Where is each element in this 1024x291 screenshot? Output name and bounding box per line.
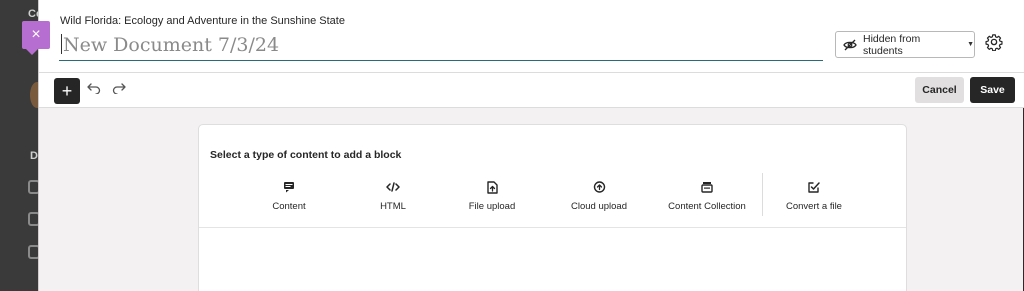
content-type-content[interactable]: Content bbox=[234, 173, 344, 215]
undo-button[interactable] bbox=[86, 82, 102, 98]
editor-toolbar: + Cancel Save bbox=[39, 73, 1024, 108]
eye-slash-icon bbox=[843, 39, 857, 51]
visibility-dropdown[interactable]: Hidden from students ▼ bbox=[835, 31, 975, 58]
visibility-label: Hidden from students bbox=[863, 32, 921, 57]
document-editor-panel: Wild Florida: Ecology and Adventure in t… bbox=[38, 0, 1024, 291]
document-title-input[interactable]: New Document 7/3/24 bbox=[59, 31, 823, 61]
content-type-label: Content bbox=[272, 201, 306, 212]
content-type-convert-file[interactable]: Convert a file bbox=[759, 173, 869, 215]
content-type-label: File upload bbox=[468, 201, 516, 212]
convert-file-icon bbox=[808, 179, 820, 195]
content-type-content-collection[interactable]: Content Collection bbox=[652, 173, 762, 215]
close-icon: × bbox=[31, 26, 41, 43]
document-title-placeholder: New Document 7/3/24 bbox=[63, 34, 280, 56]
content-type-label: Convert a file bbox=[786, 201, 842, 212]
caret-down-icon: ▼ bbox=[967, 41, 974, 48]
content-type-file-upload[interactable]: File upload bbox=[437, 173, 547, 215]
content-collection-icon bbox=[701, 179, 713, 195]
settings-button[interactable] bbox=[984, 33, 1004, 56]
plus-icon: + bbox=[61, 80, 73, 101]
gear-icon bbox=[985, 33, 1003, 56]
cloud-upload-icon bbox=[593, 179, 606, 195]
redo-button[interactable] bbox=[111, 82, 127, 98]
cancel-button[interactable]: Cancel bbox=[915, 77, 964, 103]
background-text: D bbox=[30, 150, 38, 162]
content-picker-prompt: Select a type of content to add a block bbox=[210, 149, 402, 161]
content-type-label: Cloud upload bbox=[571, 201, 627, 212]
close-button[interactable]: × bbox=[22, 21, 50, 55]
content-icon bbox=[283, 179, 295, 195]
document-canvas: Select a type of content to add a block … bbox=[198, 124, 907, 291]
content-type-html[interactable]: HTML bbox=[338, 173, 448, 215]
content-type-picker: Content HTML File upload Cloud upload Co… bbox=[234, 173, 894, 216]
add-content-button[interactable]: + bbox=[54, 78, 80, 104]
undo-icon bbox=[87, 81, 101, 99]
course-title: Wild Florida: Ecology and Adventure in t… bbox=[60, 15, 345, 27]
content-type-label: HTML bbox=[380, 201, 406, 212]
content-type-label: Content Collection bbox=[668, 201, 746, 212]
code-icon bbox=[386, 179, 400, 195]
canvas-separator bbox=[199, 227, 906, 228]
text-caret bbox=[61, 34, 62, 54]
content-type-cloud-upload[interactable]: Cloud upload bbox=[544, 173, 654, 215]
editor-header: Wild Florida: Ecology and Adventure in t… bbox=[39, 0, 1024, 73]
file-upload-icon bbox=[486, 179, 498, 195]
redo-icon bbox=[112, 81, 126, 99]
save-button[interactable]: Save bbox=[970, 77, 1015, 103]
